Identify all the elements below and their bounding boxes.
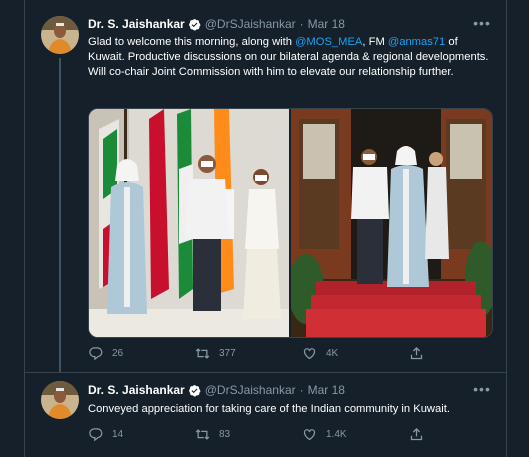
timeline: Dr. S. Jaishankar @DrSJaishankar · Mar 1… (24, 0, 507, 457)
reply-count: 26 (112, 348, 124, 359)
like-icon (303, 429, 316, 441)
more-icon[interactable]: ••• (472, 16, 492, 34)
author-name[interactable]: Dr. S. Jaishankar (88, 383, 185, 397)
share-button[interactable] (409, 427, 516, 442)
reply-button[interactable]: 14 (88, 427, 195, 442)
tweet[interactable]: Dr. S. Jaishankar @DrSJaishankar · Mar 1… (25, 0, 506, 373)
avatar[interactable] (41, 16, 79, 54)
thread-connector (59, 58, 61, 372)
share-button[interactable] (409, 346, 516, 361)
tweet-date[interactable]: Mar 18 (308, 383, 345, 397)
retweet-count: 377 (219, 348, 236, 359)
tweet-date[interactable]: Mar 18 (308, 17, 345, 31)
separator: · (299, 383, 304, 397)
tweet-media[interactable] (88, 108, 493, 338)
author-name[interactable]: Dr. S. Jaishankar (88, 17, 185, 31)
tweet-text: Conveyed appreciation for taking care of… (88, 403, 450, 415)
reply-icon (89, 347, 103, 361)
retweet-count: 83 (219, 429, 231, 440)
tweet-header: Dr. S. Jaishankar @DrSJaishankar · Mar 1… (88, 15, 345, 33)
verified-badge-icon (188, 18, 201, 31)
mention-link[interactable]: @MOS_MEA (295, 36, 362, 48)
more-icon[interactable]: ••• (472, 382, 492, 400)
avatar[interactable] (41, 381, 79, 419)
like-icon (303, 348, 316, 360)
verified-badge-icon (188, 384, 201, 397)
mention-link[interactable]: @anmas71 (388, 36, 445, 48)
tweet-header: Dr. S. Jaishankar @DrSJaishankar · Mar 1… (88, 381, 345, 399)
author-handle[interactable]: @DrSJaishankar (205, 383, 296, 397)
retweet-button[interactable]: 83 (195, 427, 302, 442)
like-count: 4K (326, 348, 339, 359)
share-icon (410, 427, 423, 441)
like-count: 1.4K (326, 429, 347, 440)
tweet-actions: 26 377 4K (88, 346, 516, 361)
reply-icon (89, 428, 103, 442)
retweet-icon (195, 348, 210, 359)
like-button[interactable]: 4K (302, 346, 409, 361)
tweet-actions: 14 83 1.4K (88, 427, 516, 442)
reply-count: 14 (112, 429, 124, 440)
share-icon (410, 346, 423, 360)
like-button[interactable]: 1.4K (302, 427, 409, 442)
separator: · (299, 17, 304, 31)
tweet-text: Glad to welcome this morning, along with… (88, 35, 494, 80)
photo-right[interactable] (291, 109, 492, 337)
retweet-icon (195, 429, 210, 440)
retweet-button[interactable]: 377 (195, 346, 302, 361)
reply-button[interactable]: 26 (88, 346, 195, 361)
author-handle[interactable]: @DrSJaishankar (205, 17, 296, 31)
text-segment: , FM (362, 36, 388, 48)
tweet[interactable]: Dr. S. Jaishankar @DrSJaishankar · Mar 1… (25, 373, 506, 457)
text-segment: Glad to welcome this morning, along with (88, 36, 296, 48)
photo-left[interactable] (89, 109, 289, 337)
